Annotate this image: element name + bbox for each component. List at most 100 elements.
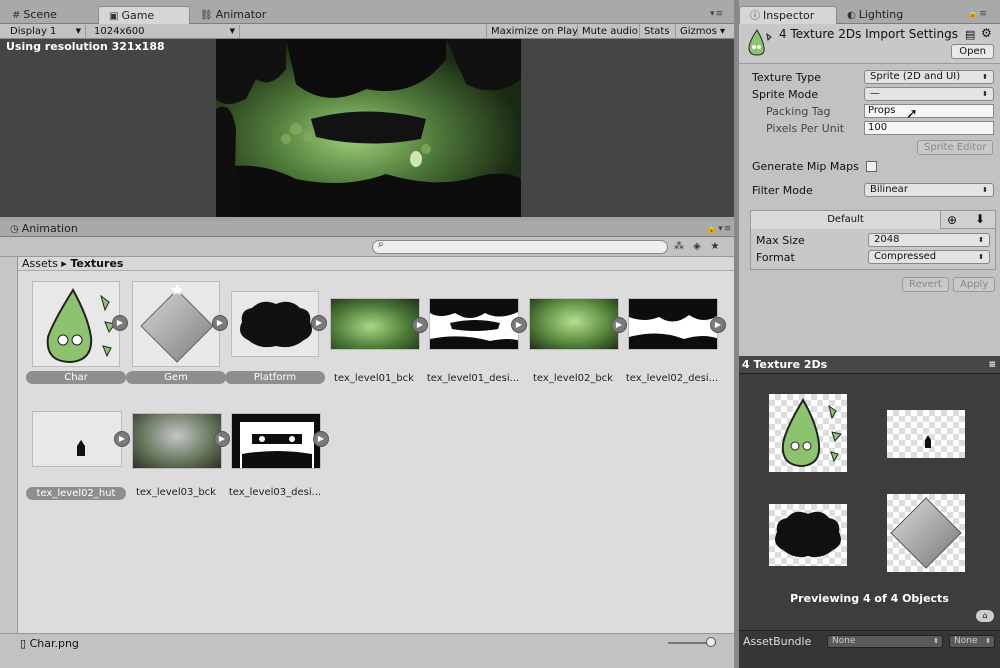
window-menu-icon[interactable]: ▾≡ [710,9,724,19]
asset-label: Platform [225,371,325,384]
asset-thumbnail [628,298,718,350]
preview-title: 4 Texture 2Ds [742,358,828,371]
tab-game[interactable]: ▣ Game [98,6,190,24]
tab-scene[interactable]: # Scene [2,6,67,24]
asset-item-platform[interactable]: ▶ Platform [225,281,327,386]
packing-tag-field[interactable]: Props [864,104,994,118]
tab-inspector[interactable]: ⓘ Inspector [739,6,837,24]
generate-mipmaps-label: Generate Mip Maps [752,160,859,173]
resolution-message: Using resolution 321x188 [6,40,165,53]
download-icon[interactable]: ⬇ [975,212,985,226]
sprite-editor-button[interactable]: Sprite Editor [917,140,994,155]
web-globe-icon[interactable]: ⊕ [947,213,957,227]
packing-tag-label: Packing Tag [766,105,831,118]
asset-thumbnail [132,281,220,367]
info-icon: ⓘ [750,11,760,22]
tab-animator[interactable]: ⛓ Animator [190,6,276,24]
project-toolbar: ⌕ ⁂ ◈ ★ [0,237,734,257]
display-value: Display 1 [10,26,57,37]
assetbundle-variant-dropdown[interactable]: None ⬍ [949,635,995,648]
chevron-updown-icon: ⬍ [978,236,984,244]
expand-sprites-icon[interactable]: ▶ [313,431,329,447]
filter-mode-dropdown[interactable]: Bilinear ⬍ [864,183,994,197]
preview-panel: 4 Texture 2Ds ≡ Previewing 4 of 4 Objects… [739,356,1000,668]
asset-item-tex-level02-design[interactable]: ▶ tex_level02_desi... [622,281,726,386]
maximize-on-play-toggle[interactable]: Maximize on Play [486,24,582,39]
assetbundle-name-dropdown[interactable]: None ⬍ [827,635,943,648]
folder-tree-collapsed[interactable] [0,257,18,633]
asset-thumbnail [132,413,222,469]
window-menu-icon[interactable]: 🔒▾≡ [706,224,732,234]
search-input[interactable]: ⌕ [372,239,668,254]
texture-type-dropdown[interactable]: Sprite (2D and UI) ⬍ [864,70,994,84]
filter-mode-label: Filter Mode [752,184,813,197]
asset-item-tex-level02-bck[interactable]: ▶ tex_level02_bck [523,281,627,386]
chevron-updown-icon: ⬍ [978,253,984,261]
gear-icon[interactable]: ⚙ [981,26,992,40]
expand-sprites-icon[interactable]: ▶ [710,317,726,333]
asset-item-tex-level03-bck[interactable]: ▶ tex_level03_bck [126,411,230,511]
breadcrumb-root[interactable]: Assets [22,257,58,270]
mute-audio-toggle[interactable]: Mute audio [577,24,642,39]
format-label: Format [756,251,795,264]
animator-icon: ⛓ [200,10,213,21]
max-size-label: Max Size [756,234,805,247]
assetbundle-label: AssetBundle [743,635,812,648]
tab-lighting[interactable]: ◐ Lighting [837,6,913,24]
asset-thumbnail [330,298,420,350]
sprite-mode-dropdown[interactable]: — ⬍ [864,87,994,101]
revert-button[interactable]: Revert [902,277,949,292]
asset-item-char[interactable]: ▶ Char [26,281,128,386]
assetbundle-variant-value: None [954,636,978,646]
pixels-per-unit-field[interactable]: 100 [864,121,994,135]
asset-item-tex-level01-design[interactable]: ▶ tex_level01_desi... [423,281,527,386]
preview-thumb-hut [887,410,965,458]
generate-mipmaps-checkbox[interactable] [866,161,877,172]
chevron-updown-icon: ⬍ [982,90,988,98]
breadcrumb-folder[interactable]: Textures [70,257,123,270]
favorites-star-icon[interactable]: ★ [708,240,722,254]
texture-type-value: Sprite (2D and UI) [870,71,961,82]
pixels-per-unit-label: Pixels Per Unit [766,122,845,135]
breadcrumb: Assets ▸ Textures [18,257,734,271]
preview-menu-icon[interactable]: ≡ [988,356,996,374]
game-view[interactable]: Using resolution 321x188 [0,39,734,217]
lighting-icon: ◐ [847,10,856,21]
game-scene-render [216,39,521,217]
asset-item-tex-level01-bck[interactable]: ▶ tex_level01_bck [324,281,428,386]
platform-settings: Default ⊕ ⬇ Max Size 2048 ⬍ Format Compre… [750,210,996,270]
slider-handle[interactable] [706,637,716,647]
help-book-icon[interactable]: ▤ [965,28,975,41]
tab-animation-label: Animation [21,222,78,235]
chevron-updown-icon: ⬍ [933,637,939,645]
format-value: Compressed [874,251,937,262]
tab-animation[interactable]: ◷ Animation [0,221,88,237]
left-tab-bar: # Scene ▣ Game ⛓ Animator ▾≡ [0,0,734,24]
asset-thumbnail [32,411,122,467]
max-size-dropdown[interactable]: 2048 ⬍ [868,233,990,247]
resolution-dropdown[interactable]: 1024x600 ▼ [88,25,240,38]
platform-tab-default[interactable]: Default [751,211,941,229]
gizmos-dropdown[interactable]: Gizmos ▾ [675,24,734,39]
right-tab-bar: ⓘ Inspector ◐ Lighting 🔒≡ [739,0,1000,24]
filter-by-type-icon[interactable]: ⁂ [672,240,686,254]
inspector-title: 4 Texture 2Ds Import Settings [779,27,958,41]
clock-icon: ◷ [10,224,19,235]
asset-item-gem[interactable]: ▶ Gem [126,281,228,386]
display-dropdown[interactable]: Display 1 ▼ [4,25,86,38]
stats-toggle[interactable]: Stats [639,24,674,39]
label-tag-icon[interactable]: ⌂ [976,610,994,622]
asset-item-tex-level02-hut[interactable]: ▶ tex_level02_hut [26,411,130,511]
max-size-value: 2048 [874,234,900,245]
format-dropdown[interactable]: Compressed ⬍ [868,250,990,264]
search-icon: ⌕ [378,239,384,250]
asset-thumbnail [231,413,321,469]
asset-item-tex-level03-design[interactable]: ▶ tex_level03_desi... [225,411,329,511]
filter-by-label-icon[interactable]: ◈ [690,240,704,254]
open-button[interactable]: Open [951,44,994,59]
apply-button[interactable]: Apply [953,277,996,292]
preview-message: Previewing 4 of 4 Objects [790,592,949,605]
chevron-updown-icon: ⬍ [985,637,991,645]
window-menu-icon[interactable]: 🔒≡ [967,9,988,19]
chevron-updown-icon: ⬍ [982,73,988,81]
